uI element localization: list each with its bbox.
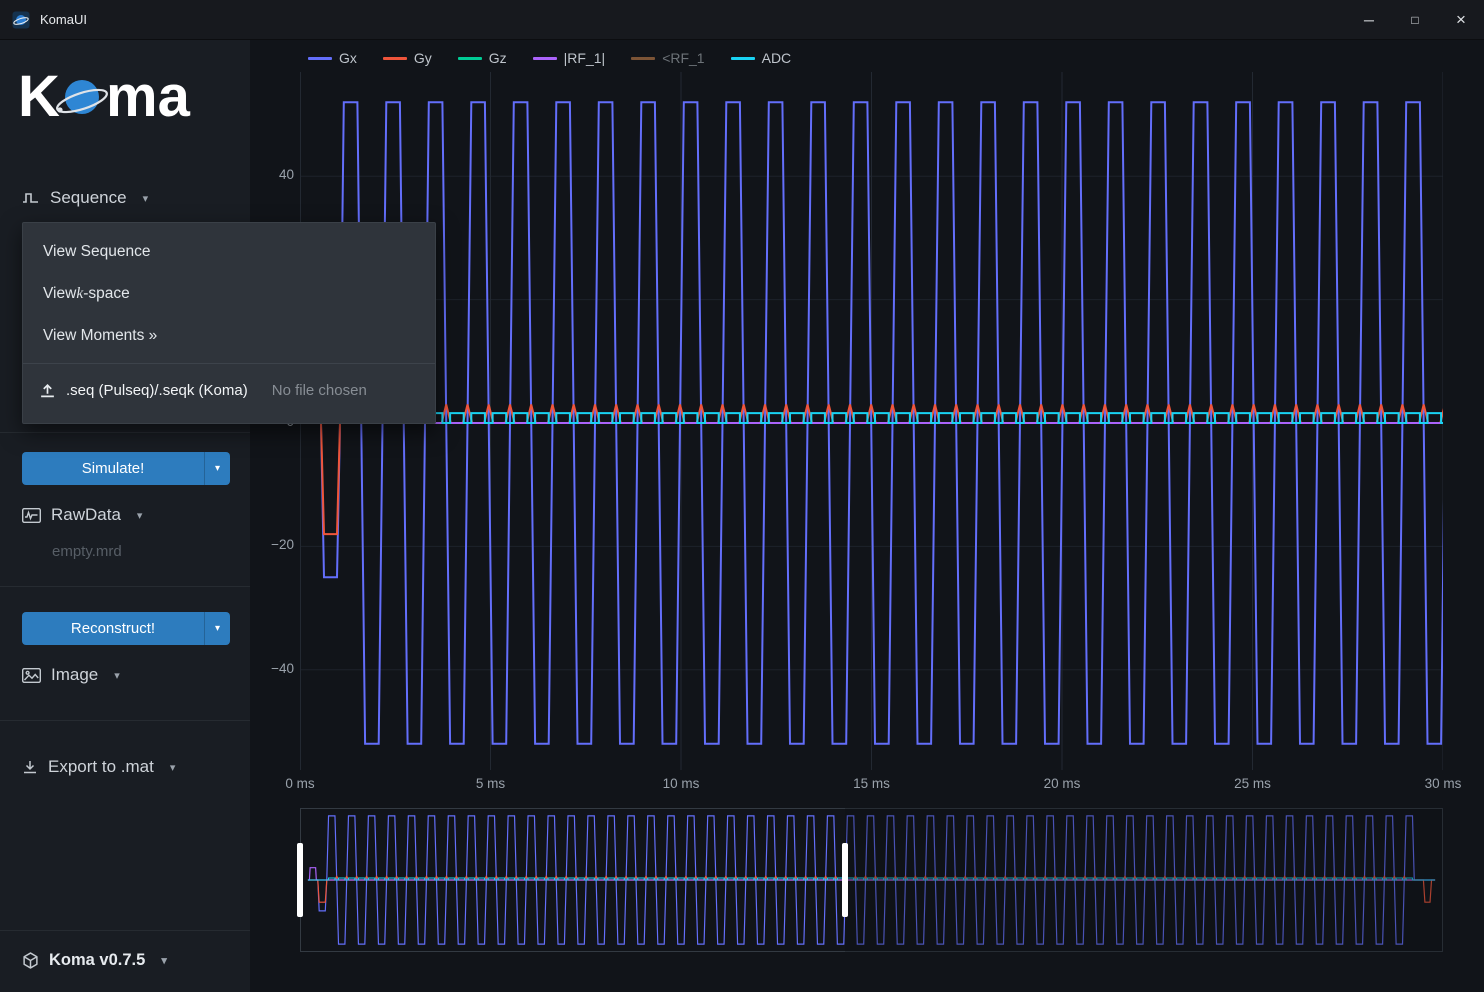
upload-file-status: No file chosen [272, 382, 367, 399]
legend-label: Gz [489, 50, 507, 66]
divider [0, 586, 250, 587]
legend-label: <RF_1 [662, 50, 704, 66]
image-icon [22, 668, 41, 683]
export-label: Export to .mat [48, 757, 154, 777]
sequence-menu-button[interactable]: Sequence ▾ [22, 180, 148, 216]
koma-logo: K ma [18, 58, 218, 136]
menu-item-view-moments[interactable]: View Moments » [23, 315, 435, 357]
chevron-down-icon: ▾ [161, 954, 167, 967]
x-tick-label: 0 ms [265, 776, 335, 791]
menu-item-view-kspace[interactable]: View k-space [23, 273, 435, 315]
rangeslider-handle-left[interactable] [297, 843, 303, 917]
version-label: Koma v0.7.5 [49, 951, 145, 970]
rawdata-label: RawData [51, 505, 121, 525]
legend-item-rf1[interactable]: <RF_1 [631, 50, 704, 66]
y-tick-label: 40 [250, 167, 294, 182]
reconstruct-split-button: Reconstruct! ▾ [22, 612, 230, 645]
x-tick-label: 15 ms [837, 776, 907, 791]
x-tick-label: 20 ms [1027, 776, 1097, 791]
chevron-down-icon: ▾ [143, 192, 149, 205]
sequence-dropdown-menu: View Sequence View k-space View Moments … [22, 222, 436, 424]
divider [0, 432, 250, 433]
rangeslider-plot [301, 809, 1442, 951]
upload-seq-button[interactable]: .seq (Pulseq)/.seqk (Koma) No file chose… [23, 364, 435, 416]
view-kspace-post: -space [83, 285, 130, 303]
legend-item-gy[interactable]: Gy [383, 50, 432, 66]
chevron-down-icon: ▾ [114, 669, 120, 682]
kspace-k-glyph: k [76, 285, 83, 303]
logo-ma: ma [106, 64, 191, 129]
legend-label: ADC [762, 50, 792, 66]
rangeslider-handle-right[interactable] [842, 843, 848, 917]
rangeslider[interactable] [300, 808, 1443, 952]
simulate-options-button[interactable]: ▾ [204, 452, 230, 485]
upload-label: .seq (Pulseq)/.seqk (Koma) [66, 382, 248, 399]
view-kspace-pre: View [43, 285, 76, 303]
version-menu-button[interactable]: Koma v0.7.5 ▾ [22, 942, 167, 978]
reconstruct-options-button[interactable]: ▾ [204, 612, 230, 645]
y-tick-label: −40 [250, 661, 294, 676]
download-icon [22, 759, 38, 775]
sequence-menu-label: Sequence [50, 188, 127, 208]
simulate-split-button: Simulate! ▾ [22, 452, 230, 485]
window-title: KomaUI [40, 12, 87, 27]
logo-orbit-dot-icon [57, 107, 62, 112]
legend-item-rf1[interactable]: |RF_1| [533, 50, 606, 66]
legend-label: Gy [414, 50, 432, 66]
rawdata-menu-button[interactable]: RawData ▾ [22, 498, 142, 532]
sequence-waveform-icon [22, 191, 40, 205]
x-tick-label: 10 ms [646, 776, 716, 791]
legend-swatch-icon [308, 57, 332, 60]
chart-area: GxGyGz|RF_1|<RF_1ADC 40200−20−400 ms5 ms… [250, 40, 1484, 992]
legend-swatch-icon [731, 57, 755, 60]
legend-item-gx[interactable]: Gx [308, 50, 357, 66]
rawdata-filename: empty.mrd [52, 543, 122, 560]
legend: Gx Gy Gz |RF_1| <RF_1 ADC [308, 46, 791, 70]
chevron-down-icon: ▾ [137, 509, 143, 522]
image-label: Image [51, 665, 98, 685]
app-window: KomaUI ─ □ × K ma Sequence ▾ Simulate! ▾ [0, 0, 1484, 992]
chevron-down-icon: ▾ [170, 761, 176, 774]
close-button[interactable]: × [1438, 0, 1484, 40]
upload-icon [39, 382, 56, 399]
titlebar: KomaUI ─ □ × [0, 0, 1484, 40]
legend-swatch-icon [631, 57, 655, 60]
package-cube-icon [22, 952, 39, 969]
legend-swatch-icon [533, 57, 557, 60]
legend-swatch-icon [458, 57, 482, 60]
legend-label: |RF_1| [564, 50, 606, 66]
divider [0, 930, 250, 931]
export-mat-button[interactable]: Export to .mat ▾ [22, 750, 175, 784]
sidebar: K ma Sequence ▾ Simulate! ▾ RawData ▾ em… [0, 40, 250, 992]
x-tick-label: 5 ms [456, 776, 526, 791]
maximize-button[interactable]: □ [1392, 0, 1438, 40]
minimize-button[interactable]: ─ [1346, 0, 1392, 40]
sequence-plot[interactable] [300, 72, 1443, 770]
simulate-button[interactable]: Simulate! [22, 452, 204, 485]
x-tick-label: 25 ms [1218, 776, 1288, 791]
legend-item-gz[interactable]: Gz [458, 50, 507, 66]
divider [0, 720, 250, 721]
reconstruct-button[interactable]: Reconstruct! [22, 612, 204, 645]
y-tick-label: −20 [250, 537, 294, 552]
app-icon [12, 11, 30, 29]
x-tick-label: 30 ms [1408, 776, 1478, 791]
legend-item-adc[interactable]: ADC [731, 50, 792, 66]
legend-swatch-icon [383, 57, 407, 60]
menu-item-view-sequence[interactable]: View Sequence [23, 231, 435, 273]
image-menu-button[interactable]: Image ▾ [22, 658, 120, 692]
logo-k: K [18, 64, 60, 129]
rawdata-scope-icon [22, 508, 41, 523]
legend-label: Gx [339, 50, 357, 66]
